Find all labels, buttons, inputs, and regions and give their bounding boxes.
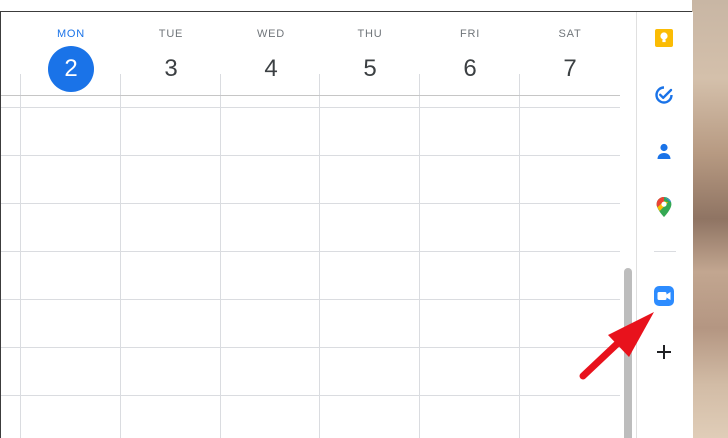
calendar-scrollbar-thumb[interactable] — [624, 268, 632, 438]
header-divider — [20, 74, 21, 96]
plus-icon[interactable] — [644, 332, 684, 372]
day-name: FRI — [459, 28, 481, 40]
day-header-thu[interactable]: THU 5 — [320, 12, 420, 92]
day-number[interactable]: 3 — [148, 46, 194, 92]
week-view: MON 2 TUE 3 WED 4 THU 5 FRI 6 SAT 7 — [1, 12, 620, 438]
tasks-icon[interactable] — [644, 75, 684, 115]
day-header-mon[interactable]: MON 2 — [21, 12, 121, 92]
hour-slot-line[interactable] — [1, 395, 620, 396]
side-panel-divider — [654, 251, 676, 252]
hour-slot-line[interactable] — [1, 347, 620, 348]
hour-slot-line[interactable] — [1, 251, 620, 252]
all-day-row-border — [1, 107, 620, 108]
day-number[interactable]: 7 — [547, 46, 593, 92]
header-divider — [120, 74, 121, 96]
day-name: MON — [56, 28, 86, 40]
grid-column-line — [220, 96, 221, 438]
day-name: SAT — [558, 28, 582, 40]
day-header-sat[interactable]: SAT 7 — [520, 12, 620, 92]
window-frame-top — [0, 0, 728, 12]
grid-column-line — [419, 96, 420, 438]
keep-icon[interactable] — [644, 18, 684, 58]
header-divider — [220, 74, 221, 96]
day-number[interactable]: 5 — [347, 46, 393, 92]
hour-slot-line[interactable] — [1, 299, 620, 300]
day-number[interactable]: 2 — [48, 46, 94, 92]
day-name: THU — [357, 28, 383, 40]
hour-slot-line[interactable] — [1, 203, 620, 204]
grid-column-line — [120, 96, 121, 438]
grid-column-line — [20, 96, 21, 438]
day-number[interactable]: 4 — [248, 46, 294, 92]
header-divider — [419, 74, 420, 96]
maps-icon[interactable] — [644, 187, 684, 227]
day-name: TUE — [158, 28, 184, 40]
day-name: WED — [256, 28, 286, 40]
contacts-icon[interactable] — [644, 131, 684, 171]
header-divider — [519, 74, 520, 96]
header-bottom-border — [1, 95, 620, 96]
grid-column-line — [319, 96, 320, 438]
hour-slot-line[interactable] — [1, 155, 620, 156]
grid-column-line — [519, 96, 520, 438]
day-header-wed[interactable]: WED 4 — [221, 12, 321, 92]
desktop-wallpaper — [692, 0, 728, 438]
header-divider — [319, 74, 320, 96]
zoom-icon[interactable] — [644, 276, 684, 316]
day-header-fri[interactable]: FRI 6 — [420, 12, 520, 92]
day-number[interactable]: 6 — [447, 46, 493, 92]
day-header-tue[interactable]: TUE 3 — [121, 12, 221, 92]
